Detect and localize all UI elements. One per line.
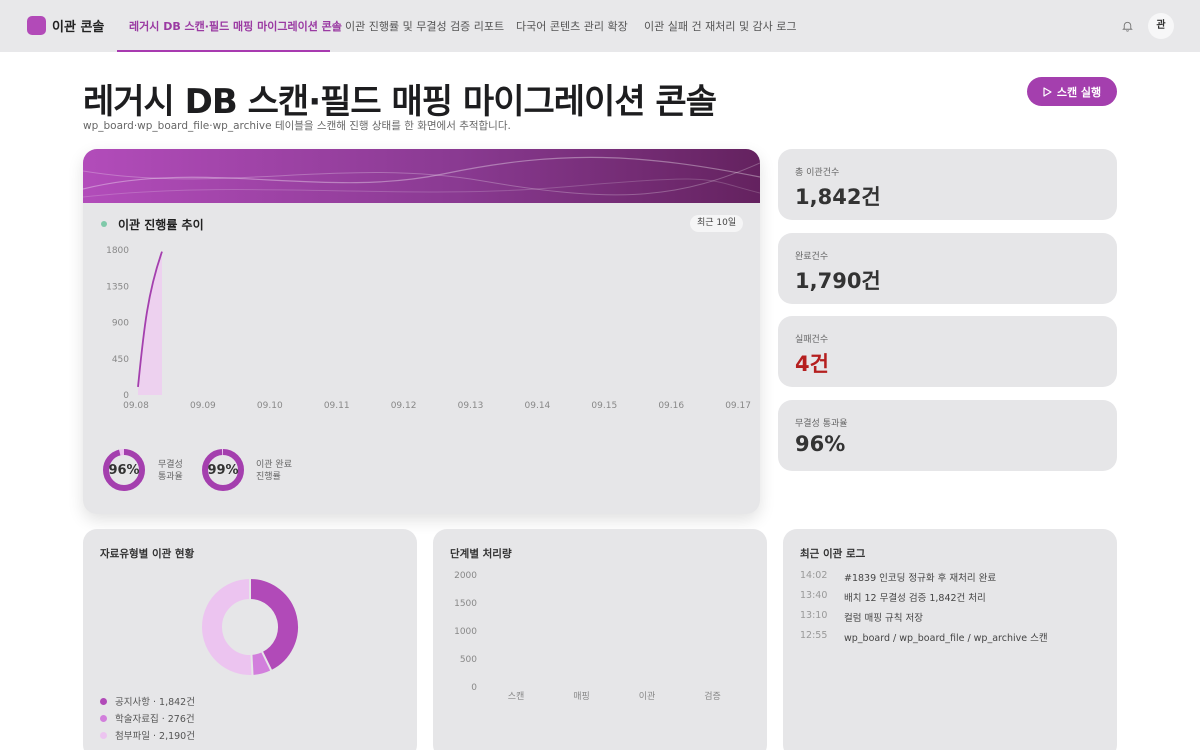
legend-item-files: 첨부파일 · 2,190건 — [100, 728, 195, 742]
y-tick-label: 1500 — [454, 599, 477, 609]
x-tick-label: 09.08 — [123, 401, 149, 411]
stat-failed-value: 4건 — [795, 352, 829, 376]
log-message[interactable]: #1839 인코딩 정규화 후 재처리 완료 — [844, 570, 996, 584]
donut-slice[interactable] — [249, 579, 298, 671]
y-tick-label: 0 — [471, 683, 477, 693]
log-card-title: 최근 이관 로그 — [800, 548, 866, 560]
x-tick-label: 검증 — [704, 690, 721, 702]
x-tick-label: 09.14 — [525, 401, 551, 411]
stat-total-label: 총 이관건수 — [795, 168, 840, 178]
integrity-gauge-label: 무결성 통과율 — [158, 459, 183, 483]
x-tick-label: 매핑 — [573, 691, 590, 702]
legend-dot-papers — [100, 714, 107, 722]
x-tick-label: 09.13 — [458, 401, 484, 411]
legend-label-files: 첨부파일 · 2,190건 — [115, 731, 195, 742]
play-icon — [1043, 86, 1052, 97]
scan-run-button[interactable]: 스캔 실행 — [1027, 77, 1117, 106]
progress-line-chart: 0 450 900 1350 1800 09.08 09.09 09.10 09.11 09.12… — [106, 246, 751, 411]
type-card: 자료유형별 이관 현황 공지사항 · 1,842건 학술자료집 · 276건 첨… — [83, 529, 417, 750]
integrity-gauge-label-2: 통과율 — [158, 472, 183, 482]
tab-multilang[interactable]: 다국어 콘텐츠 관리 확장 — [516, 18, 628, 34]
scan-run-label: 스캔 실행 — [1056, 85, 1102, 99]
page-title: 레거시 DB 스캔·필드 매핑 마이그레이션 콘솔 — [83, 82, 717, 122]
integrity-gauge-value: 96% — [108, 463, 139, 478]
completion-gauge-label: 이관 완료 진행률 — [256, 459, 292, 483]
x-tick-label: 09.11 — [324, 401, 350, 411]
x-tick-label: 이관 — [639, 691, 656, 702]
stat-total-value: 1,842건 — [795, 185, 881, 209]
x-tick-label: 09.09 — [190, 401, 216, 411]
app-name: 이관 콘솔 — [52, 20, 105, 35]
y-tick-label: 1800 — [106, 246, 129, 256]
log-time: 12:55 — [800, 630, 828, 641]
page-subtitle: wp_board·wp_board_file·wp_archive 테이블을 스… — [83, 120, 511, 132]
app-logo-icon — [27, 16, 46, 35]
completion-gauge: 99% — [202, 449, 244, 491]
donut-slice[interactable] — [202, 579, 253, 675]
series-area — [138, 251, 162, 395]
log-message[interactable]: 배치 12 무결성 검증 1,842건 처리 — [844, 590, 986, 604]
y-tick-label: 1350 — [106, 282, 129, 292]
stat-integrity-label: 무결성 통과율 — [795, 419, 848, 429]
type-donut-chart — [202, 578, 298, 676]
y-tick-label: 450 — [112, 355, 129, 365]
legend-label-notice: 공지사항 · 1,842건 — [115, 697, 195, 708]
completion-gauge-label-2: 진행률 — [256, 472, 281, 482]
legend-item-notice: 공지사항 · 1,842건 — [100, 694, 195, 708]
stat-completed-value: 1,790건 — [795, 269, 881, 293]
y-tick-label: 1000 — [454, 627, 477, 637]
log-message[interactable]: wp_board / wp_board_file / wp_archive 스캔 — [844, 630, 1048, 644]
y-tick-label: 900 — [112, 319, 129, 329]
log-time: 13:10 — [800, 610, 828, 621]
x-tick-label: 09.12 — [391, 401, 417, 411]
log-card: 최근 이관 로그 14:02 #1839 인코딩 정규화 후 재처리 완료 13… — [783, 529, 1117, 750]
integrity-gauge: 96% — [103, 449, 145, 491]
stat-failed-label: 실패건수 — [795, 335, 829, 345]
stat-completed: 완료건수 1,790건 — [778, 233, 1117, 304]
x-tick-label: 09.17 — [725, 401, 751, 411]
stat-integrity: 무결성 통과율 96% — [778, 400, 1117, 471]
log-time: 13:40 — [800, 590, 828, 601]
legend-label-papers: 학술자료집 · 276건 — [115, 714, 195, 725]
stat-total: 총 이관건수 1,842건 — [778, 149, 1117, 220]
stat-integrity-value: 96% — [795, 432, 846, 456]
x-tick-label: 09.16 — [658, 401, 684, 411]
x-tick-label: 09.15 — [591, 401, 617, 411]
completion-gauge-label-1: 이관 완료 — [256, 460, 292, 470]
y-tick-label: 0 — [123, 391, 129, 401]
stat-completed-label: 완료건수 — [795, 252, 829, 262]
stat-failed: 실패건수 4건 — [778, 316, 1117, 387]
integrity-gauge-label-1: 무결성 — [158, 460, 183, 470]
tab-reprocess-audit[interactable]: 이관 실패 건 재처리 및 감사 로그 — [644, 18, 797, 34]
top-nav: 이관 콘솔 레거시 DB 스캔·필드 매핑 마이그레이션 콘솔 이관 진행률 및… — [0, 0, 1200, 52]
tab-progress-report[interactable]: 이관 진행률 및 무결성 검증 리포트 — [345, 18, 504, 34]
active-tab-indicator — [117, 50, 330, 52]
legend-item-papers: 학술자료집 · 276건 — [100, 711, 195, 725]
bell-icon[interactable] — [1121, 19, 1134, 33]
stage-card: 단계별 처리량 0 500 1000 1500 2000 스캔 매핑 이관 검증 — [433, 529, 767, 750]
completion-gauge-value: 99% — [207, 463, 238, 478]
y-tick-label: 500 — [460, 655, 477, 665]
log-time: 14:02 — [800, 570, 828, 581]
slice-separator — [250, 653, 254, 676]
legend-dot-files — [100, 731, 107, 739]
tab-migration-console[interactable]: 레거시 DB 스캔·필드 매핑 마이그레이션 콘솔 — [129, 18, 342, 34]
stage-bar-chart: 0 500 1000 1500 2000 스캔 매핑 이관 검증 — [454, 571, 721, 702]
donut-slice[interactable] — [250, 651, 272, 675]
x-tick-label: 스캔 — [508, 691, 525, 702]
y-tick-label: 2000 — [454, 571, 477, 581]
log-message[interactable]: 컬럼 매핑 규칙 저장 — [844, 610, 923, 624]
x-tick-label: 09.10 — [257, 401, 283, 411]
avatar[interactable]: 관 — [1148, 13, 1174, 39]
legend-dot-notice — [100, 697, 107, 705]
progress-card: 이관 진행률 추이 최근 10일 0 450 900 1350 1800 09.08 09.… — [83, 149, 760, 514]
